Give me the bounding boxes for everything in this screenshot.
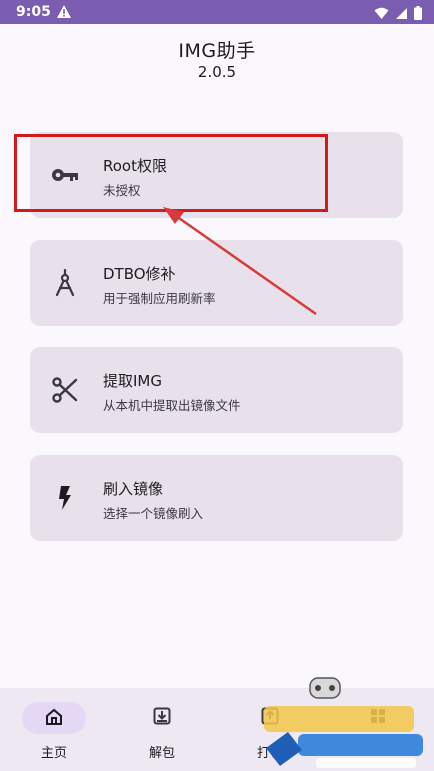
nav-label: 主页	[40, 746, 67, 761]
nav-item-unpack[interactable]: 解包	[108, 688, 216, 771]
home-icon	[45, 708, 63, 729]
annotation-arrow	[163, 207, 317, 316]
watermark-logo	[264, 677, 423, 768]
nav-indicator	[130, 702, 194, 734]
nav-indicator	[22, 702, 86, 734]
nav-label: 解包	[148, 746, 175, 761]
unpack-icon	[153, 707, 171, 729]
nav-item-home[interactable]: 主页	[0, 688, 108, 771]
